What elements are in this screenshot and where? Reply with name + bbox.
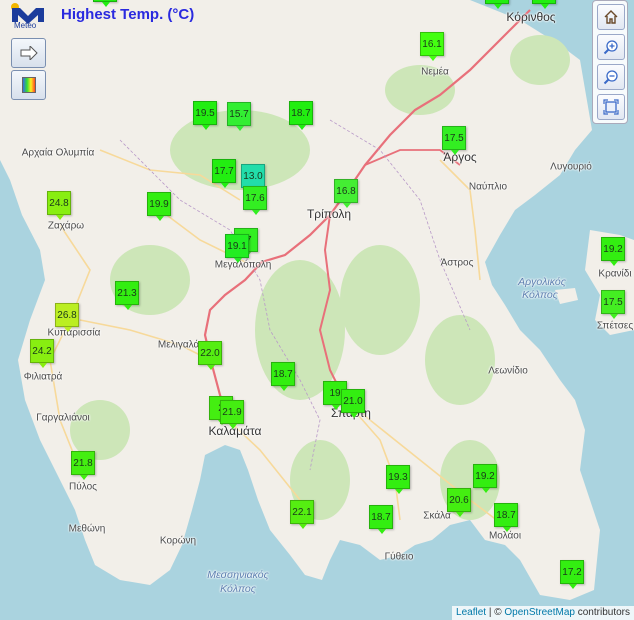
station-marker[interactable]: 19.2 [601, 237, 625, 266]
station-marker-partial[interactable] [485, 0, 509, 9]
station-marker[interactable]: 17.2 [560, 560, 584, 589]
station-marker[interactable]: 21.0 [341, 389, 365, 418]
fullscreen-icon [603, 99, 619, 115]
sea-label-messiniakos: Μεσσηνιακός [207, 569, 269, 581]
map-title: Highest Temp. (°C) [61, 6, 195, 23]
station-marker[interactable]: 21.3 [115, 281, 139, 310]
place-label-kyparissia: Κυπαρισσία [47, 327, 101, 339]
station-marker[interactable]: 17.5 [442, 126, 466, 155]
home-icon [604, 10, 618, 24]
place-label-kranidi: Κρανίδι [598, 268, 632, 280]
station-marker[interactable]: 18.7 [289, 101, 313, 130]
station-marker[interactable]: 24.2 [30, 339, 54, 368]
station-marker[interactable]: 16.1 [420, 32, 444, 61]
place-label-zacharo: Ζαχάρω [47, 220, 85, 232]
place-label-gytheio: Γύθειο [384, 551, 414, 563]
station-marker[interactable]: 24.8 [47, 191, 71, 220]
station-marker[interactable]: 22.0 [198, 341, 222, 370]
place-label-archaia-olympia: Αρχαία Ολυμπία [21, 147, 95, 159]
place-label-spetses: Σπέτσες [596, 320, 634, 332]
place-label-gargalianoi: Γαργαλιάνοι [36, 412, 90, 424]
place-label-lygourio: Λυγουριό [550, 161, 592, 173]
station-marker[interactable]: 19.9 [147, 192, 171, 221]
zoom-in-icon [603, 40, 618, 55]
zoom-out-button[interactable] [597, 64, 625, 90]
station-marker[interactable]: 13.0 [241, 164, 265, 193]
station-marker[interactable]: 16.8 [334, 179, 358, 208]
place-label-argos: Άργος [443, 150, 477, 164]
station-marker[interactable]: 17.6 [243, 186, 267, 215]
logo-text: Meteo [14, 21, 37, 30]
station-marker[interactable]: 22.1 [290, 500, 314, 529]
openstreetmap-link[interactable]: OpenStreetMap [504, 607, 575, 618]
place-label-molaoi: Μολάοι [488, 530, 522, 542]
station-marker[interactable]: 18.7 [494, 503, 518, 532]
sea-label-argolikos: Αργολικός [518, 276, 566, 288]
place-label-astros: Άστρος [440, 257, 474, 269]
map-attribution: Leaflet | © OpenStreetMap contributors [452, 606, 634, 620]
next-layer-button[interactable] [11, 38, 46, 68]
place-label-koroni: Κορώνη [159, 535, 197, 547]
station-marker[interactable]: 18.7 [369, 505, 393, 534]
station-marker[interactable]: 21.9 [220, 400, 244, 429]
place-label-nemea: Νεμέα [421, 66, 449, 78]
home-button[interactable] [597, 4, 625, 30]
attribution-suffix: contributors [574, 607, 630, 618]
place-label-korinthos: Κόρινθος [506, 10, 556, 24]
place-label-leonidio: Λεωνίδιο [488, 365, 528, 377]
place-label-tripoli: Τρίπολη [306, 207, 352, 221]
arrow-right-icon [20, 46, 38, 60]
place-label-megalopoli: Μεγαλόπολη [214, 259, 272, 271]
place-label-nafplio: Ναύπλιο [468, 181, 508, 193]
sea-label-messiniakos-kolpos: Κόλπος [220, 583, 256, 595]
station-marker[interactable]: 18.7 [271, 362, 295, 391]
place-label-filiatra: Φιλιατρά [23, 371, 63, 383]
attribution-separator: | © [486, 607, 505, 618]
legend-button[interactable] [11, 70, 46, 100]
station-marker[interactable]: 19.2 [473, 464, 497, 493]
fullscreen-button[interactable] [597, 94, 625, 120]
station-marker[interactable]: 26.8 [55, 303, 79, 332]
station-marker[interactable]: 15.7 [227, 102, 251, 131]
place-label-skala: Σκάλα [423, 510, 451, 522]
sea-label-argolikos-kolpos: Κόλπος [522, 289, 558, 301]
zoom-in-button[interactable] [597, 34, 625, 60]
station-marker[interactable]: 19.3 [386, 465, 410, 494]
place-label-pylos: Πύλος [69, 481, 97, 493]
station-marker-partial[interactable] [93, 0, 117, 7]
map-view[interactable]: Κόρινθος Νεμέα Αρχαία Ολυμπία Άργος Λυγο… [0, 0, 634, 620]
station-marker[interactable]: 19.1 [225, 234, 249, 263]
palette-icon [21, 77, 36, 93]
station-marker[interactable]: 17.7 [212, 159, 236, 188]
place-label-methoni: Μεθώνη [68, 523, 106, 535]
station-marker[interactable]: 17.5 [601, 290, 625, 319]
station-marker[interactable]: 20.6 [447, 488, 471, 517]
station-marker[interactable]: 21.8 [71, 451, 95, 480]
map-controls [592, 0, 628, 124]
station-marker[interactable]: 19.5 [193, 101, 217, 130]
zoom-out-icon [603, 70, 618, 85]
leaflet-link[interactable]: Leaflet [456, 607, 486, 618]
station-marker-partial[interactable] [532, 0, 556, 9]
